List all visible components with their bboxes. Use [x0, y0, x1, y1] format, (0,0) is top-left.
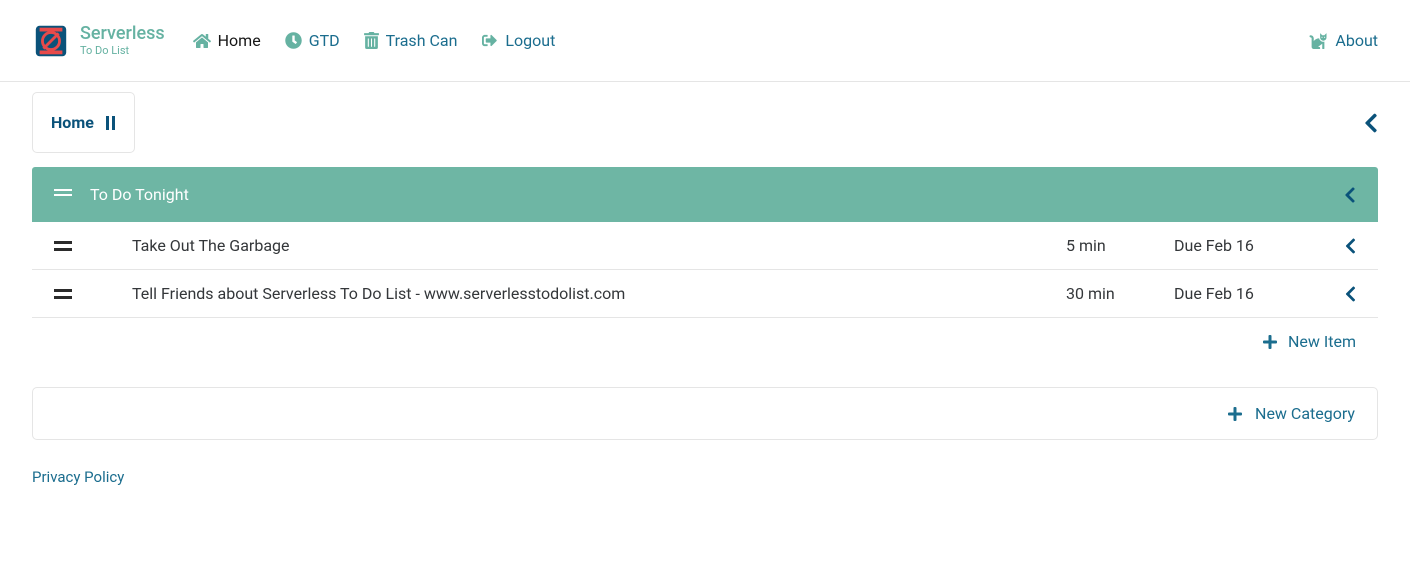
task-title: Take Out The Garbage [132, 236, 1048, 255]
nav-trash[interactable]: Trash Can [364, 31, 458, 50]
task-row[interactable]: Take Out The Garbage 5 min Due Feb 16 [32, 222, 1378, 270]
task-estimate: 5 min [1066, 236, 1156, 255]
new-item-button[interactable]: New Item [32, 318, 1378, 369]
drag-handle-icon[interactable] [54, 189, 72, 201]
nav-about[interactable]: About [1309, 31, 1378, 50]
main-container: Home To Do Tonight Take Out The Garbage … [0, 82, 1410, 510]
nav-gtd-label: GTD [309, 31, 340, 50]
brand-text: Serverless To Do List [80, 24, 165, 57]
nav-logout[interactable]: Logout [481, 31, 555, 50]
task-due: Due Feb 16 [1174, 284, 1314, 303]
clock-icon [285, 32, 302, 49]
new-category-label: New Category [1255, 404, 1355, 423]
nav-logout-label: Logout [505, 31, 555, 50]
brand-subtitle: To Do List [80, 45, 165, 58]
privacy-link[interactable]: Privacy Policy [32, 468, 1378, 486]
task-expand-chevron-icon[interactable] [1332, 285, 1356, 303]
category-collapse-chevron-icon[interactable] [1344, 186, 1356, 204]
nav-links: Home GTD Trash Can Logout [193, 31, 1310, 50]
breadcrumb-label: Home [51, 113, 94, 132]
nav-home-label: Home [218, 31, 261, 50]
breadcrumb-row: Home [32, 92, 1378, 153]
nav-trash-label: Trash Can [386, 31, 458, 50]
trash-icon [364, 32, 379, 49]
collapse-all-chevron-icon[interactable] [1364, 112, 1378, 134]
nav-home[interactable]: Home [193, 31, 261, 50]
task-row[interactable]: Tell Friends about Serverless To Do List… [32, 270, 1378, 318]
brand-title: Serverless [80, 24, 165, 45]
pause-icon[interactable] [106, 116, 116, 130]
cat-icon [1309, 32, 1327, 49]
task-due: Due Feb 16 [1174, 236, 1314, 255]
task-expand-chevron-icon[interactable] [1332, 237, 1356, 255]
nav-gtd[interactable]: GTD [285, 31, 340, 50]
drag-handle-icon[interactable] [54, 289, 76, 299]
new-category-button[interactable]: New Category [32, 387, 1378, 440]
home-icon [193, 33, 211, 49]
brand[interactable]: Serverless To Do List [32, 22, 165, 60]
plus-icon [1262, 334, 1278, 350]
sign-out-icon [481, 33, 498, 48]
breadcrumb[interactable]: Home [32, 92, 135, 153]
category-title: To Do Tonight [90, 185, 1326, 204]
task-title: Tell Friends about Serverless To Do List… [132, 284, 1048, 303]
nav-about-label: About [1335, 31, 1378, 50]
brand-logo-icon [32, 22, 70, 60]
new-item-label: New Item [1288, 332, 1356, 351]
drag-handle-icon[interactable] [54, 241, 76, 251]
category-header[interactable]: To Do Tonight [32, 167, 1378, 222]
topbar: Serverless To Do List Home GTD Trash Can [0, 0, 1410, 82]
task-estimate: 30 min [1066, 284, 1156, 303]
plus-icon [1227, 406, 1243, 422]
